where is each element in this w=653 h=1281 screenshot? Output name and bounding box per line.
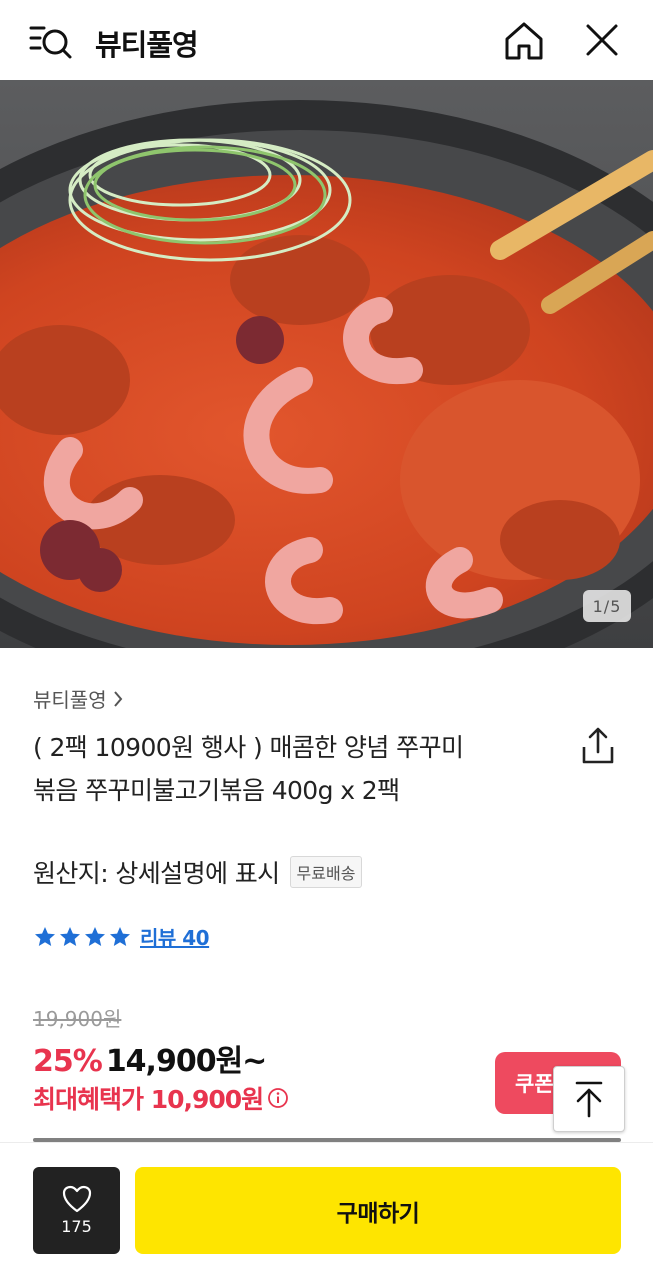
page-title: 뷰티풀영: [95, 28, 199, 62]
brand-name: 뷰티풀영: [33, 688, 107, 712]
coupon-button-label: 쿠폰: [515, 1072, 554, 1096]
star-icon: [35, 926, 55, 946]
star-icon: [60, 926, 80, 946]
star-icon: [110, 926, 130, 946]
rating-row: 리뷰 40: [33, 922, 210, 951]
like-button[interactable]: 175: [33, 1167, 120, 1254]
origin-row: 원산지: 상세설명에 표시 무료배송: [33, 854, 363, 890]
product-title: ( 2팩 10900원 행사 ) 매콤한 양념 쭈꾸미볶음 쭈꾸미불고기볶음 4…: [33, 733, 464, 805]
star-rating: [33, 925, 132, 949]
review-count-link[interactable]: 리뷰 40: [140, 922, 210, 951]
top-app-bar: 뷰티풀영: [0, 0, 653, 80]
original-price: 19,900원: [33, 1007, 122, 1031]
buy-button-label: 구매하기: [336, 1200, 420, 1227]
free-shipping-badge: 무료배송: [289, 856, 363, 888]
heart-icon: [62, 1185, 91, 1213]
like-count: 175: [61, 1217, 92, 1236]
buy-button[interactable]: 구매하기: [135, 1167, 621, 1254]
sale-price: 14,900원~: [105, 1044, 268, 1079]
chevron-right-icon: [113, 690, 122, 707]
origin-text: 원산지: 상세설명에 표시: [33, 859, 280, 888]
close-icon[interactable]: [582, 20, 622, 60]
info-icon[interactable]: [267, 1087, 289, 1109]
spicy-octopus-photo: [0, 80, 653, 648]
arrow-up-icon: [575, 1081, 603, 1118]
scroll-to-top-button[interactable]: [553, 1066, 625, 1132]
discount-rate: 25%: [33, 1044, 103, 1079]
home-icon[interactable]: [502, 20, 546, 62]
max-benefit-row: 최대혜택가 10,900원: [33, 1080, 289, 1116]
star-icon: [85, 926, 105, 946]
image-page-indicator: 1/5: [583, 590, 631, 622]
brand-link[interactable]: 뷰티풀영: [33, 684, 123, 713]
bottom-action-bar: 175 구매하기: [0, 1142, 653, 1281]
max-benefit-price: 최대혜택가 10,900원: [33, 1085, 264, 1114]
share-icon[interactable]: [580, 727, 616, 765]
price-row: 25% 14,900원~: [33, 1036, 268, 1080]
product-image[interactable]: 1/5: [0, 80, 653, 648]
search-list-icon[interactable]: [28, 20, 74, 62]
